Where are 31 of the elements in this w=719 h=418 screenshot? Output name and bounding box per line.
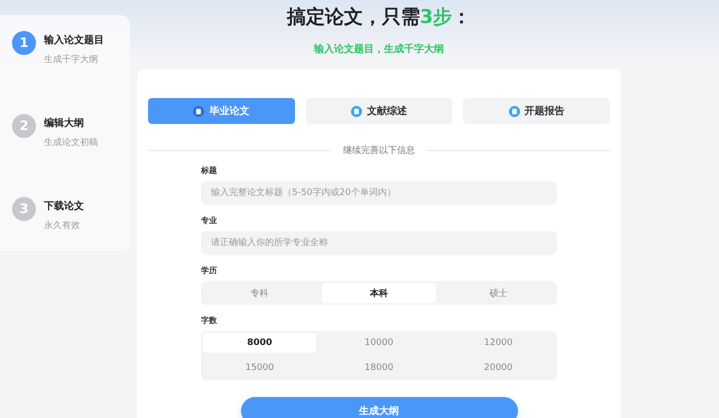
step-subtitle: 生成千字大纲 bbox=[44, 54, 99, 66]
text-field[interactable]: 输入完整论文标题（5-50字内或20个单词内） bbox=[201, 181, 557, 205]
step-subtitle: 生成论文初稿 bbox=[44, 136, 98, 149]
type-tab[interactable]: 文献综述 bbox=[306, 98, 452, 124]
degree-option[interactable]: 硕士 bbox=[442, 283, 555, 303]
word-count-option[interactable]: 20000 bbox=[442, 358, 555, 378]
step-subtitle: 永久有效 bbox=[44, 220, 81, 232]
field-label: 专业 bbox=[201, 215, 218, 226]
type-tab[interactable]: 开题报告 bbox=[463, 98, 610, 124]
section-divider-text: 继续完善以下信息 bbox=[343, 144, 415, 157]
step-number: 1 bbox=[12, 31, 36, 55]
step-title: 输入论文题目 bbox=[44, 34, 104, 47]
word-count-option[interactable]: 10000 bbox=[322, 333, 436, 353]
type-tab[interactable]: 毕业论文 bbox=[148, 98, 295, 124]
page-subtitle: 输入论文题目，生成千字大纲 bbox=[314, 42, 444, 56]
field-label: 学历 bbox=[201, 265, 218, 276]
field-label: 字数 bbox=[201, 315, 218, 326]
word-count-option[interactable]: 8000 bbox=[203, 333, 316, 353]
step-title: 编辑大纲 bbox=[44, 116, 85, 130]
page-title: 搞定论文，只需3步： bbox=[286, 5, 472, 30]
text-field[interactable]: 请正确输入你的所学专业全称 bbox=[201, 231, 557, 255]
generate-button[interactable]: 生成大纲 bbox=[240, 397, 518, 418]
step-title: 下载论文 bbox=[44, 200, 84, 213]
degree-option[interactable]: 专科 bbox=[203, 283, 316, 303]
word-count-option[interactable]: 12000 bbox=[442, 333, 555, 353]
field-label: 标题 bbox=[201, 165, 218, 176]
degree-option[interactable]: 本科 bbox=[322, 283, 436, 303]
document-icon bbox=[508, 106, 520, 116]
document-icon bbox=[351, 106, 362, 116]
word-count-option[interactable]: 18000 bbox=[322, 358, 436, 378]
word-count-option[interactable]: 15000 bbox=[203, 358, 316, 378]
